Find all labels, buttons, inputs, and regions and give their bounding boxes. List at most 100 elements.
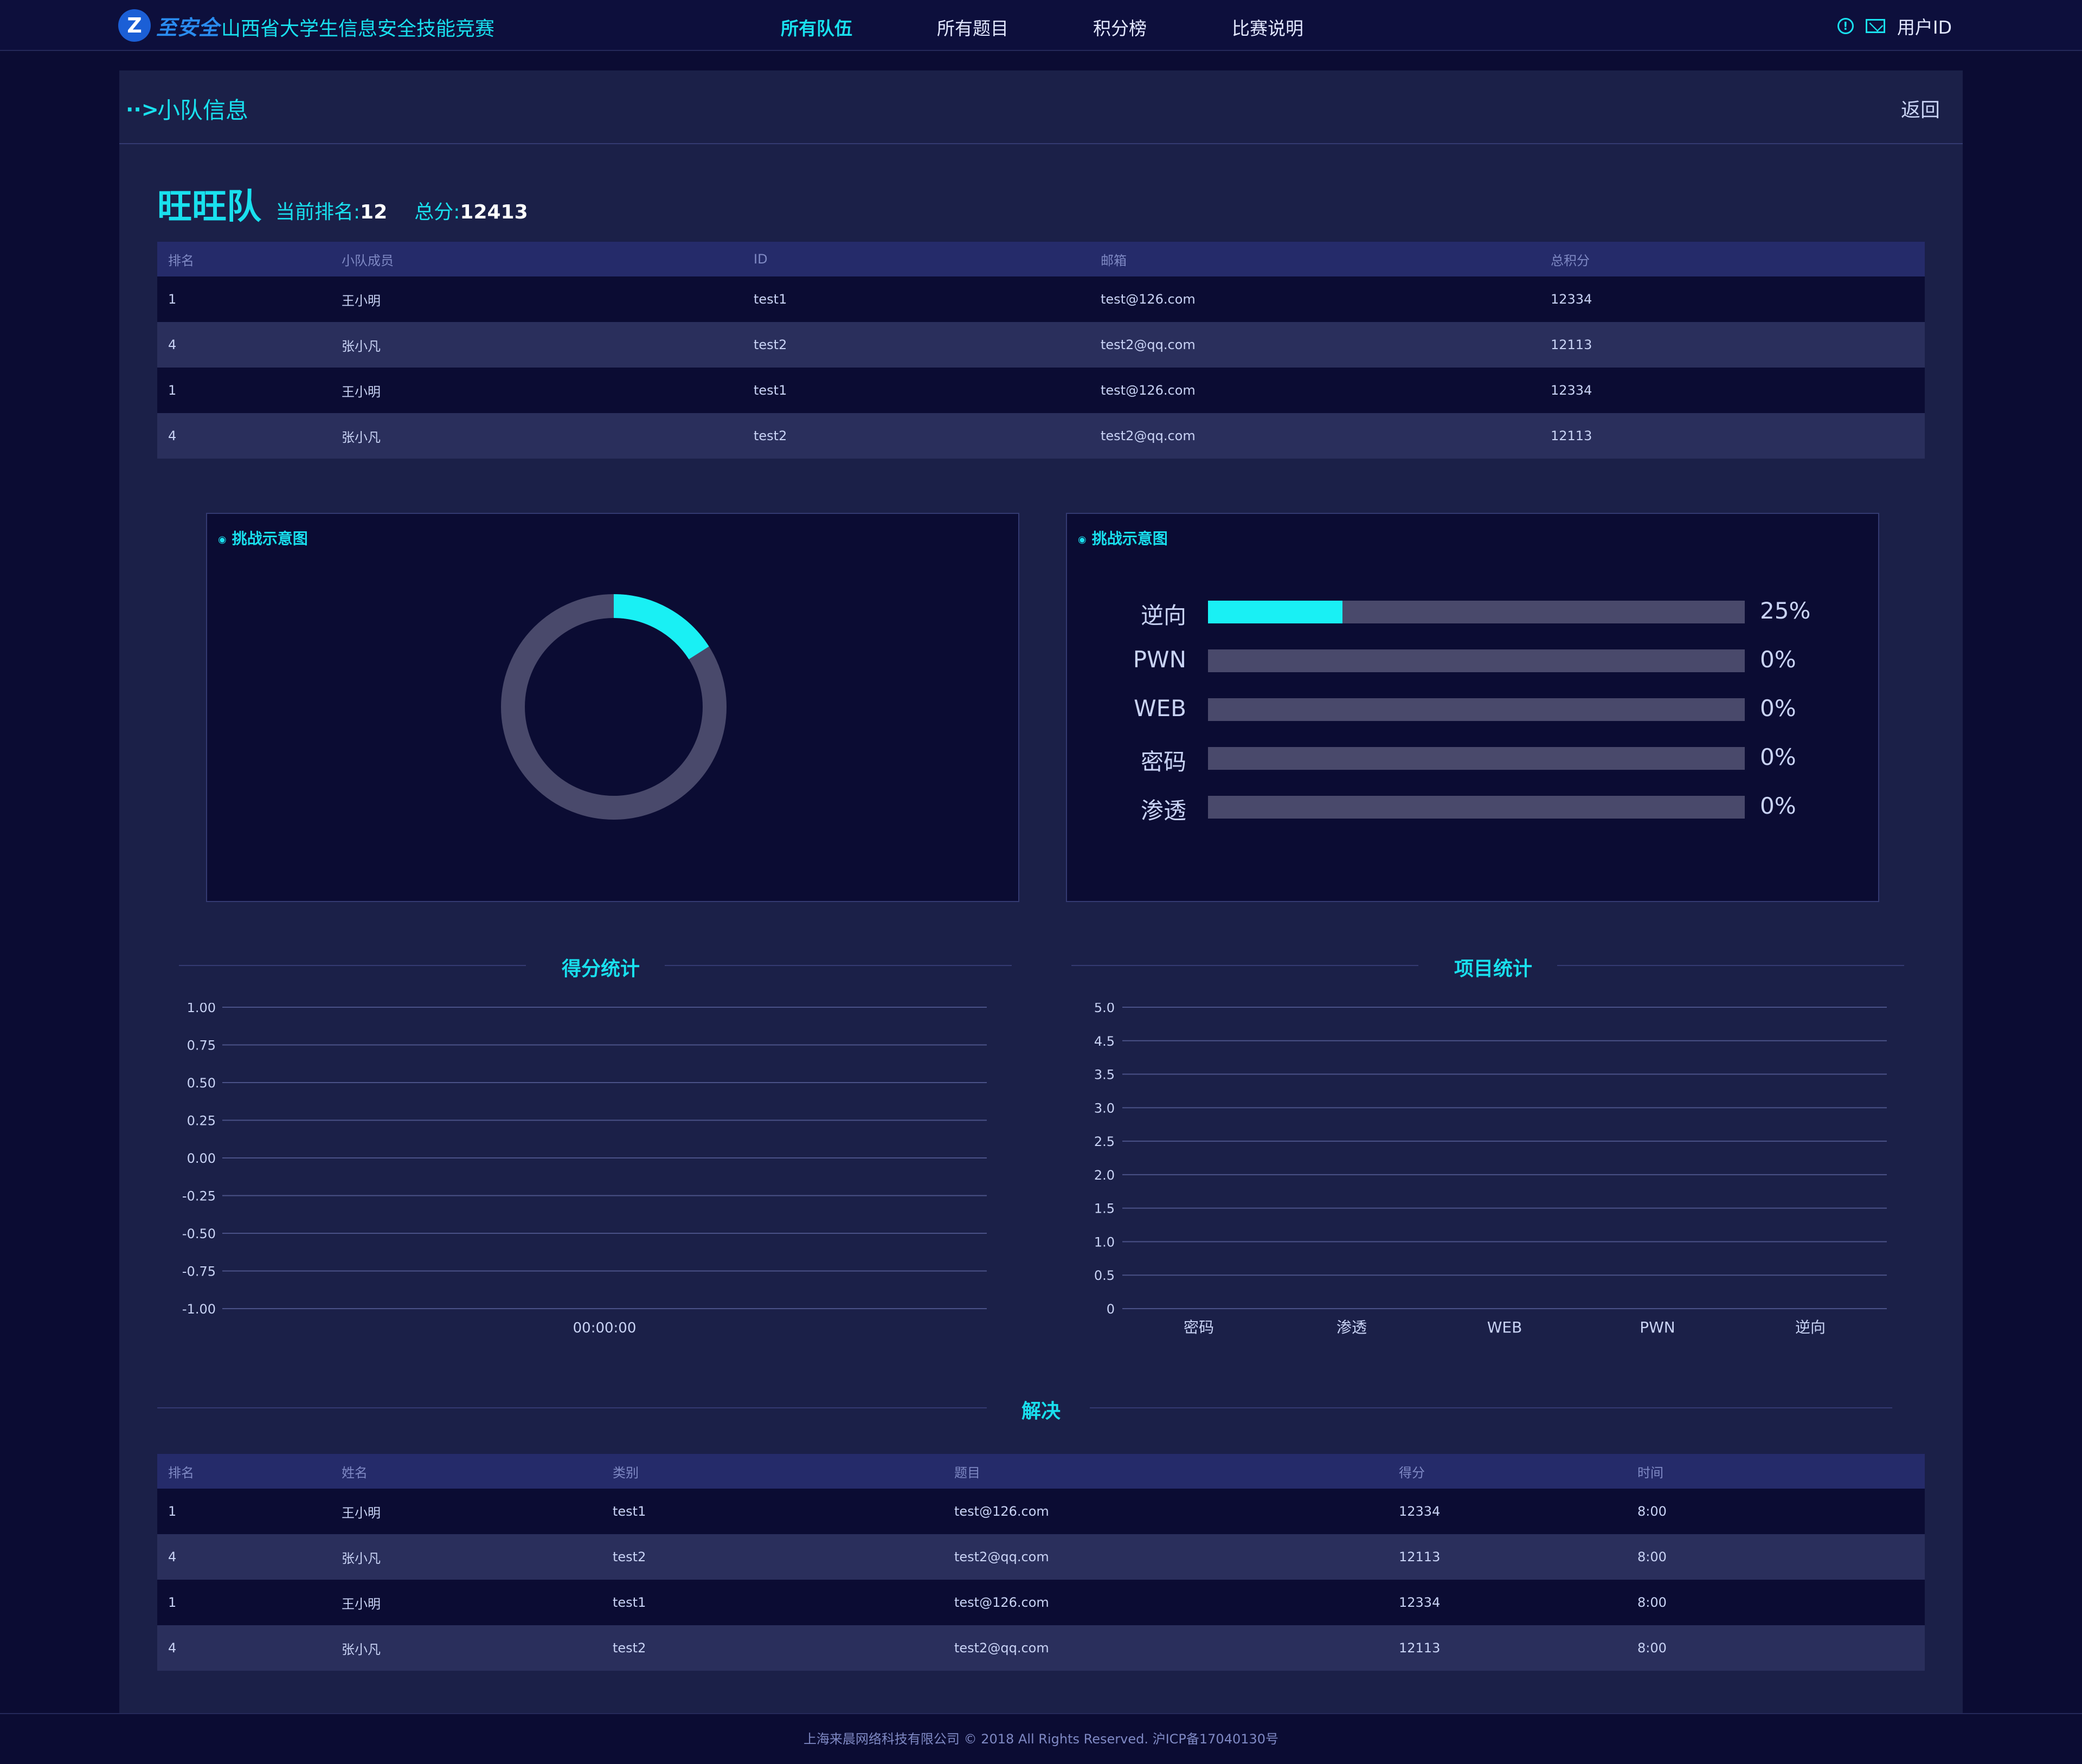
- table-row[interactable]: 4 张小凡 test2 test2@qq.com 12113 8:00: [157, 1625, 1925, 1671]
- cell-score: 12334: [1540, 276, 1925, 322]
- y-tick-label: -1.00: [182, 1302, 216, 1317]
- rank-label: 当前排名:: [275, 201, 361, 223]
- nav-all-challenges[interactable]: 所有题目: [937, 14, 1008, 40]
- col-score: 得分: [1388, 1454, 1627, 1489]
- site-title: 山西省大学生信息安全技能竞赛: [221, 18, 495, 40]
- col-rank: 排名: [157, 242, 331, 276]
- cell-member: 张小凡: [331, 413, 743, 459]
- y-tick-label: 3.0: [1094, 1100, 1115, 1116]
- col-total-score: 总积分: [1540, 242, 1925, 276]
- logo[interactable]: Z 至安全: [118, 8, 220, 43]
- table-row[interactable]: 1 王小明 test1 test@126.com 12334: [157, 368, 1925, 413]
- progress-track: [1208, 747, 1745, 770]
- solves-table: 排名 姓名 类别 题目 得分 时间 1 王小明 test1 test@126.c…: [157, 1454, 1925, 1671]
- cell-score: 12334: [1388, 1580, 1627, 1625]
- user-area: ! 用户ID: [1837, 13, 1952, 39]
- cell-rank: 4: [157, 322, 331, 368]
- panel-title: 小队信息: [157, 97, 249, 124]
- cell-member: 王小明: [331, 276, 743, 322]
- x-tick-label: 逆向: [1795, 1318, 1826, 1336]
- table-row[interactable]: 4 张小凡 test2 test2@qq.com 12113: [157, 322, 1925, 368]
- divider-line: [1071, 965, 1418, 966]
- cell-score: 12334: [1388, 1489, 1627, 1534]
- col-rank: 排名: [157, 1454, 331, 1489]
- cell-id: test2: [743, 413, 1090, 459]
- footer: 上海来晨网络科技有限公司 © 2018 All Rights Reserved.…: [0, 1713, 2082, 1763]
- info-icon[interactable]: !: [1837, 18, 1854, 34]
- cell-score: 12113: [1388, 1625, 1627, 1671]
- x-tick-label: WEB: [1487, 1318, 1522, 1336]
- cell-id: test1: [743, 276, 1090, 322]
- cell-category: test2: [602, 1625, 943, 1671]
- y-tick-label: -0.25: [182, 1189, 216, 1204]
- progress-row: WEB 0%: [1067, 693, 1880, 725]
- y-tick-label: 1.00: [187, 1003, 216, 1015]
- y-tick-label: 0.50: [187, 1076, 216, 1091]
- team-info-panel: ··> 小队信息 返回 旺旺队 当前排名:12 总分:12413 排名 小队成员…: [119, 70, 1963, 1713]
- progress-percent: 25%: [1760, 597, 1811, 624]
- divider-line: [1090, 1407, 1892, 1408]
- back-button[interactable]: 返回: [1901, 94, 1940, 123]
- y-tick-label: -0.75: [182, 1264, 216, 1279]
- y-tick-label: 5.0: [1094, 1003, 1115, 1015]
- cell-id: test1: [743, 368, 1090, 413]
- table-row[interactable]: 1 王小明 test1 test@126.com 12334 8:00: [157, 1489, 1925, 1534]
- cell-time: 8:00: [1627, 1534, 1925, 1580]
- table-header-row: 排名 小队成员 ID 邮箱 总积分: [157, 242, 1925, 276]
- divider-line: [157, 1407, 987, 1408]
- cell-challenge: test2@qq.com: [943, 1625, 1388, 1671]
- cell-member: 王小明: [331, 368, 743, 413]
- user-id-link[interactable]: 用户ID: [1897, 13, 1952, 39]
- table-row[interactable]: 4 张小凡 test2 test2@qq.com 12113 8:00: [157, 1534, 1925, 1580]
- logo-mark-icon: Z: [118, 9, 151, 42]
- progress-label: 密码: [1140, 749, 1186, 775]
- y-tick-label: 4.5: [1094, 1034, 1115, 1049]
- cell-time: 8:00: [1627, 1625, 1925, 1671]
- progress-percent: 0%: [1760, 646, 1796, 673]
- cell-rank: 4: [157, 1625, 331, 1671]
- progress-row: 逆向 25%: [1067, 595, 1880, 629]
- y-tick-label: 3.5: [1094, 1067, 1115, 1083]
- members-table: 排名 小队成员 ID 邮箱 总积分 1 王小明 test1 test@126.c…: [157, 242, 1925, 459]
- progress-track: [1208, 698, 1745, 721]
- table-row[interactable]: 4 张小凡 test2 test2@qq.com 12113: [157, 413, 1925, 459]
- y-tick-label: 0.75: [187, 1038, 216, 1053]
- project-bar-chart: 5.0 4.5 3.5 3.0 2.5 2.0 1.5 1.0 0.5 0 密码 渗透 WEB PWN 逆向: [1094, 1003, 1887, 1336]
- cell-email: test@126.com: [1090, 368, 1540, 413]
- cell-score: 12113: [1540, 322, 1925, 368]
- nav-scoreboard[interactable]: 积分榜: [1093, 14, 1147, 40]
- nav-all-teams[interactable]: 所有队伍: [781, 14, 852, 40]
- cell-rank: 1: [157, 1489, 331, 1534]
- score-line-chart: 1.00 0.75 0.50 0.25 0.00 -0.25 -0.50 -0.75 -1.00…: [182, 1003, 987, 1336]
- divider-line: [1557, 965, 1904, 966]
- solves-title: 解决: [1021, 1400, 1061, 1422]
- divider-line: [665, 965, 1012, 966]
- nav-rules[interactable]: 比赛说明: [1232, 14, 1303, 40]
- logo-text: 至安全: [156, 15, 220, 40]
- cell-name: 张小凡: [331, 1625, 602, 1671]
- progress-row: PWN 0%: [1067, 644, 1880, 677]
- col-time: 时间: [1627, 1454, 1925, 1489]
- cell-rank: 1: [157, 368, 331, 413]
- progress-track: [1208, 796, 1745, 819]
- y-tick-label: 1.0: [1094, 1234, 1115, 1250]
- cell-email: test2@qq.com: [1090, 413, 1540, 459]
- cell-category: test1: [602, 1580, 943, 1625]
- table-row[interactable]: 1 王小明 test1 test@126.com 12334: [157, 276, 1925, 322]
- cell-rank: 4: [157, 413, 331, 459]
- score-label: 总分:: [414, 201, 460, 223]
- cell-rank: 1: [157, 1580, 331, 1625]
- cell-name: 王小明: [331, 1489, 602, 1534]
- solves-header: 解决: [157, 1391, 1892, 1424]
- team-rank: 当前排名:12: [275, 196, 387, 224]
- col-email: 邮箱: [1090, 242, 1540, 276]
- score-stats-title: 得分统计: [562, 958, 640, 980]
- progress-label: 渗透: [1140, 797, 1186, 824]
- progress-percent: 0%: [1760, 695, 1796, 722]
- divider-line: [179, 965, 526, 966]
- progress-row: 密码 0%: [1067, 742, 1880, 775]
- mail-icon[interactable]: [1865, 19, 1885, 33]
- top-navigation: Z 至安全 山西省大学生信息安全技能竞赛 所有队伍 所有题目 积分榜 比赛说明 …: [0, 0, 2082, 51]
- cell-challenge: test@126.com: [943, 1580, 1388, 1625]
- table-row[interactable]: 1 王小明 test1 test@126.com 12334 8:00: [157, 1580, 1925, 1625]
